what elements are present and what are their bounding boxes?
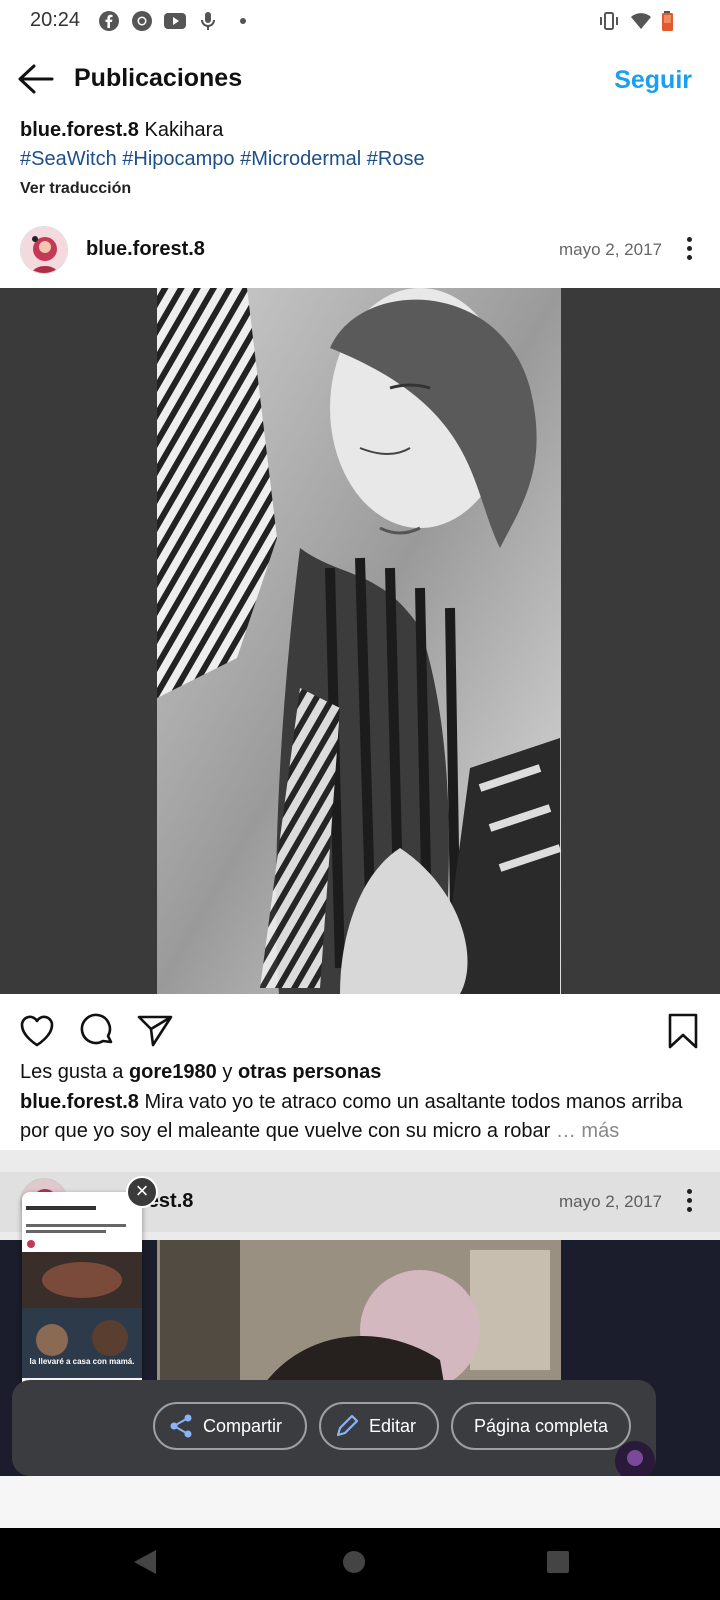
likes-prefix: Les gusta a xyxy=(20,1061,129,1083)
likes-summary[interactable]: Les gusta a gore1980 y otras personas xyxy=(20,1061,381,1084)
comment-icon[interactable] xyxy=(78,1012,116,1050)
caption-text: Kakihara xyxy=(138,119,224,141)
share-send-icon[interactable] xyxy=(136,1012,174,1050)
post-actions xyxy=(0,1008,720,1054)
thumbnail-meme-caption: la llevaré a casa con mamá. xyxy=(29,1357,135,1366)
page-title: Publicaciones xyxy=(74,64,243,92)
share-button[interactable]: Compartir xyxy=(153,1402,307,1450)
caption-username[interactable]: blue.forest.8 xyxy=(20,1091,139,1113)
youtube-icon xyxy=(164,13,186,29)
bookmark-icon[interactable] xyxy=(664,1012,702,1050)
follow-button[interactable]: Seguir xyxy=(614,66,692,95)
nav-home-icon[interactable] xyxy=(342,1550,366,1574)
mic-icon xyxy=(201,12,215,30)
more-options-icon[interactable] xyxy=(684,234,694,262)
post-username[interactable]: blue.forest.8 xyxy=(86,238,205,261)
more-link[interactable]: … más xyxy=(556,1120,619,1142)
previous-post-caption: blue.forest.8 Kakihara #SeaWitch #Hipoca… xyxy=(20,116,700,198)
edit-button[interactable]: Editar xyxy=(319,1402,439,1450)
system-nav-bar xyxy=(0,1528,720,1600)
photo xyxy=(157,288,562,994)
bottom-tab-bar xyxy=(0,1476,720,1528)
avatar[interactable] xyxy=(20,226,68,274)
back-arrow-icon[interactable] xyxy=(16,62,56,96)
full-page-label: Página completa xyxy=(473,1415,609,1436)
post-caption: blue.forest.8 Mira vato yo te atraco com… xyxy=(20,1088,700,1146)
full-page-button[interactable]: Página completa xyxy=(451,1402,631,1450)
nav-recents-icon[interactable] xyxy=(546,1550,570,1574)
like-heart-icon[interactable] xyxy=(18,1012,56,1050)
caption-username[interactable]: blue.forest.8 xyxy=(20,119,139,141)
share-icon xyxy=(170,1414,192,1438)
post-date: mayo 2, 2017 xyxy=(558,1192,662,1211)
status-bar: 20:24 xyxy=(0,0,720,42)
likes-others[interactable]: otras personas xyxy=(238,1061,381,1083)
likes-user[interactable]: gore1980 xyxy=(129,1061,217,1083)
edit-label: Editar xyxy=(369,1415,417,1436)
battery-icon xyxy=(662,11,673,31)
likes-mid: y xyxy=(216,1061,238,1083)
post-header: blue.forest.8 mayo 2, 2017 xyxy=(0,220,720,280)
share-label: Compartir xyxy=(203,1415,283,1436)
nav-back-icon[interactable] xyxy=(132,1548,158,1576)
caption-hashtags[interactable]: #SeaWitch #Hipocampo #Microdermal #Rose xyxy=(20,145,700,174)
status-time: 20:24 xyxy=(30,9,81,31)
pencil-icon xyxy=(336,1414,359,1437)
see-translation-link[interactable]: Ver traducción xyxy=(20,180,700,198)
wifi-icon xyxy=(631,13,651,29)
app-header: Publicaciones Seguir xyxy=(0,50,720,110)
post-image[interactable] xyxy=(0,288,720,994)
vibrate-icon xyxy=(600,12,618,30)
post-date: mayo 2, 2017 xyxy=(558,240,662,259)
screenshot-action-panel: Compartir Editar Página completa xyxy=(12,1380,656,1476)
chrome-icon xyxy=(132,11,152,31)
close-thumbnail-button[interactable]: × xyxy=(126,1176,158,1208)
notification-dot xyxy=(240,18,246,24)
facebook-icon xyxy=(99,11,119,31)
more-options-icon[interactable] xyxy=(684,1186,694,1214)
